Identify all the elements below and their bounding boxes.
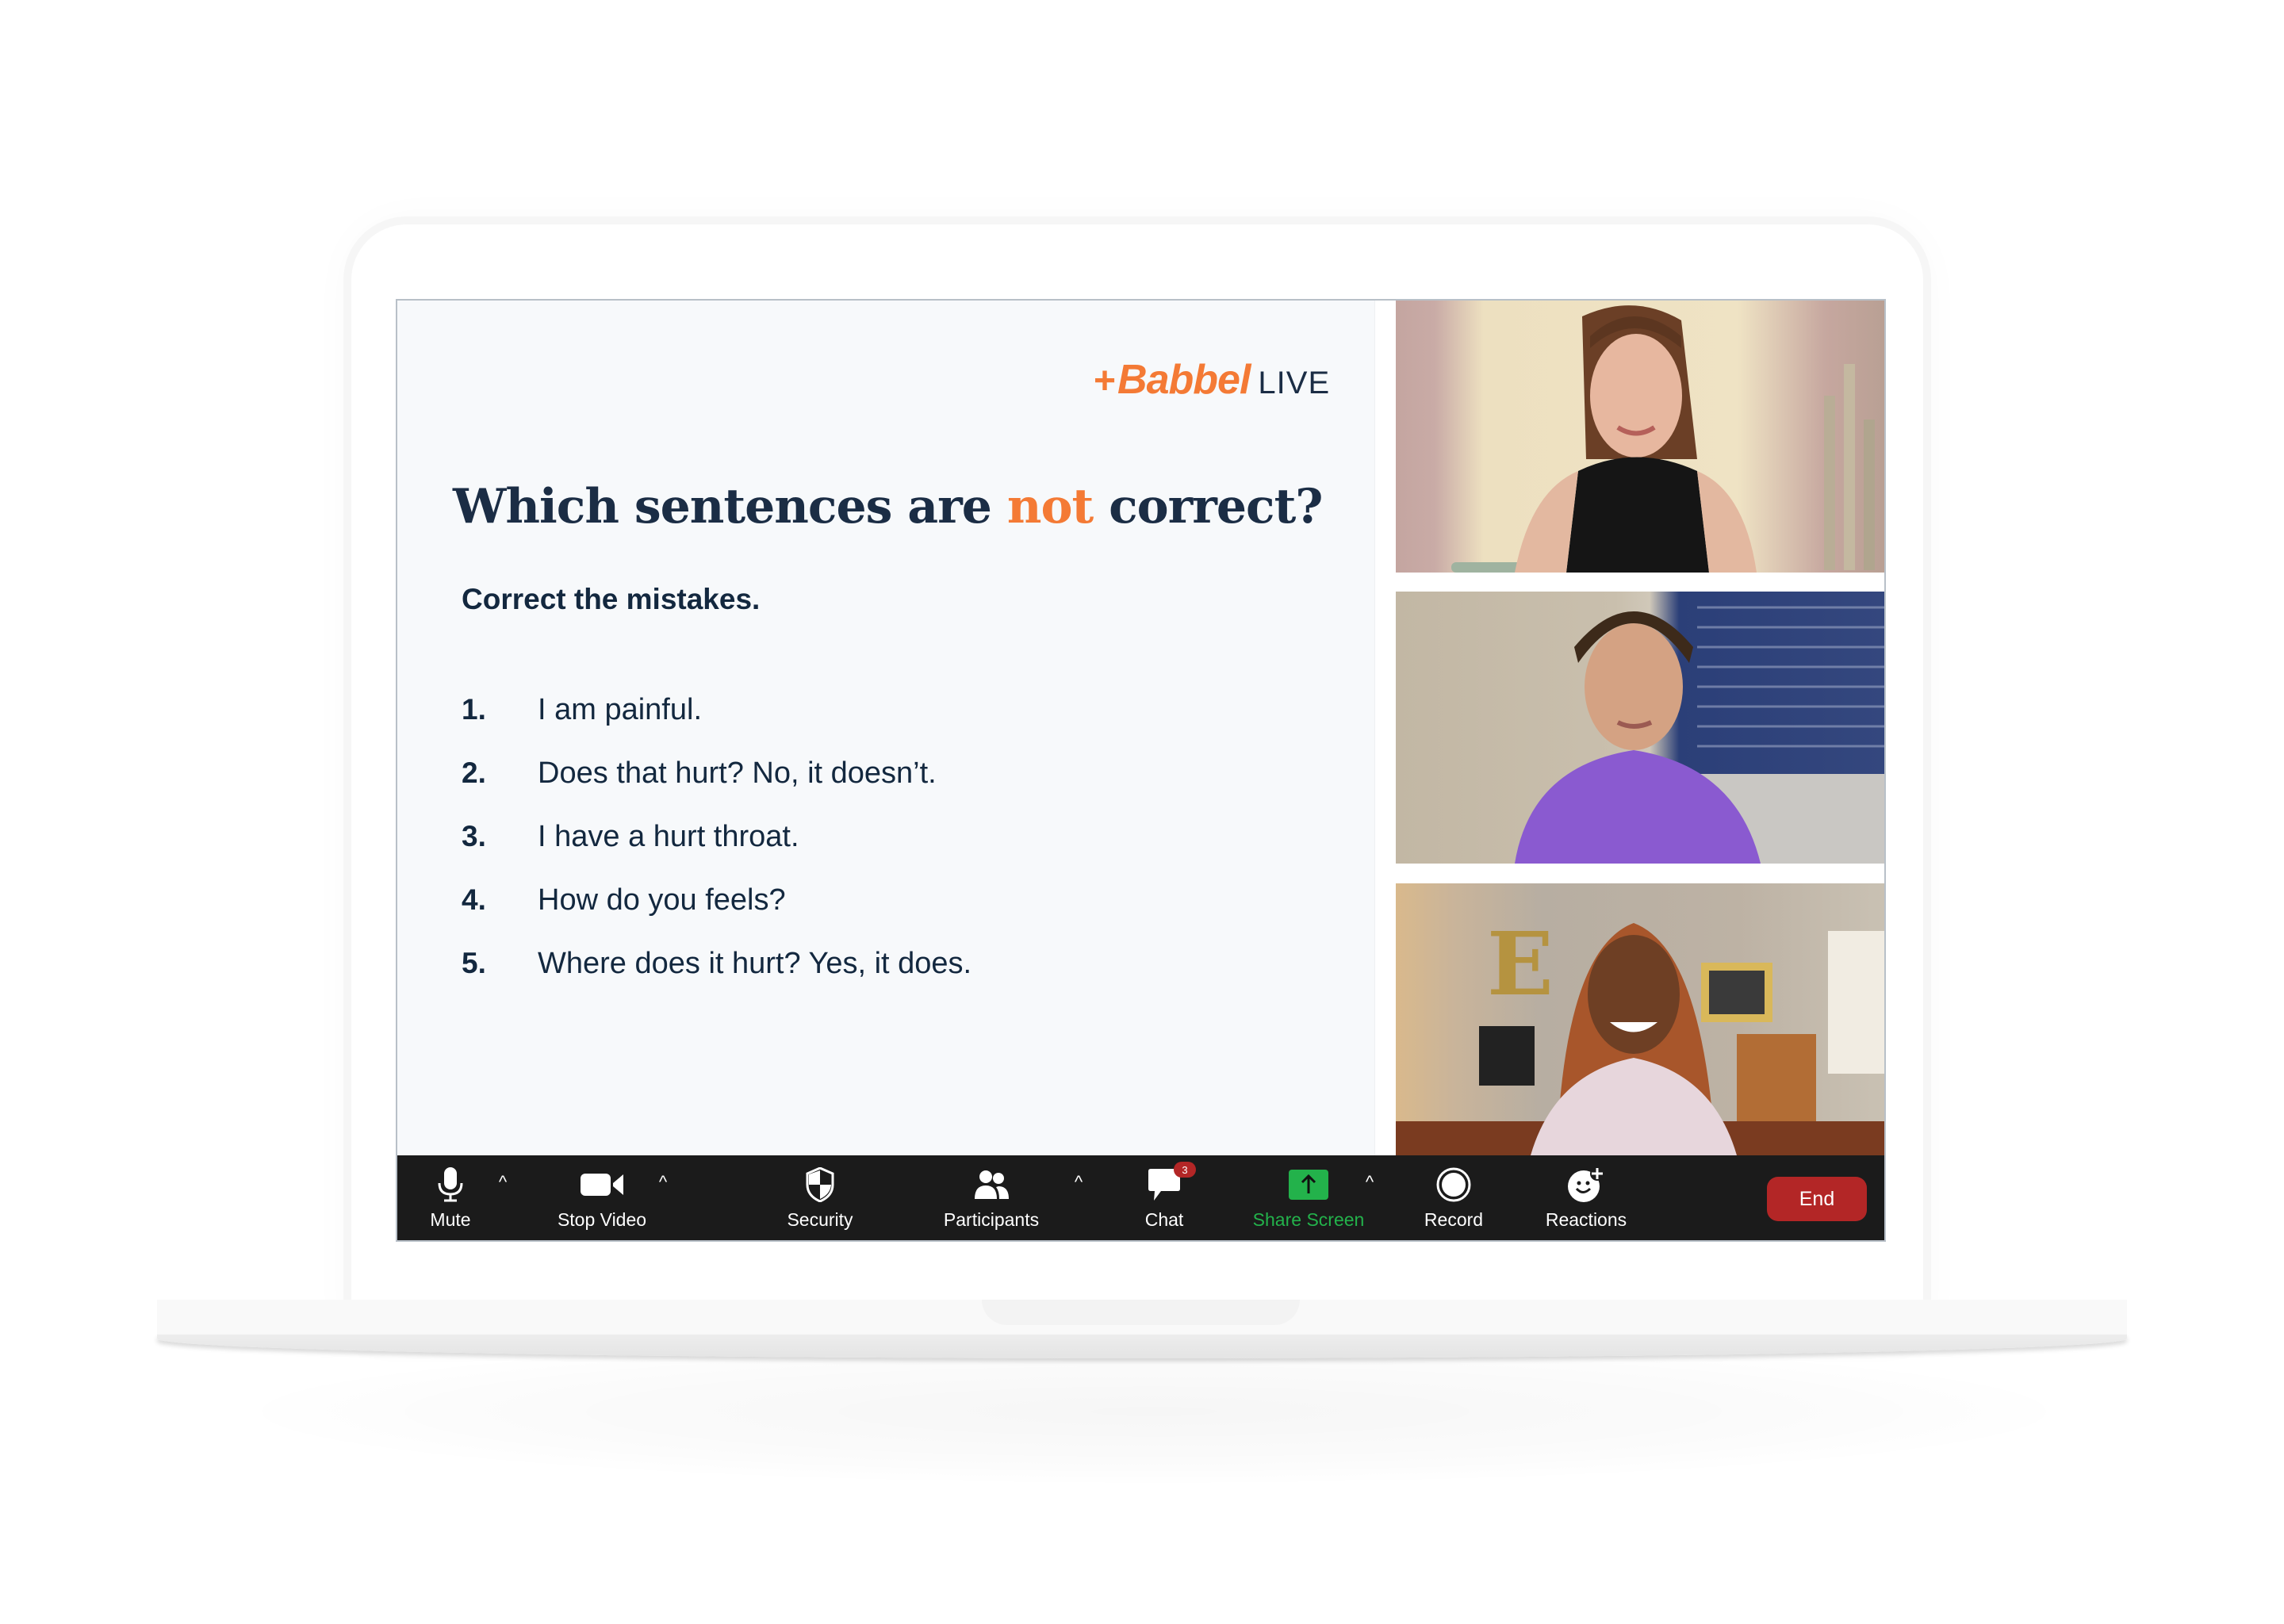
slide-subtitle: Correct the mistakes. — [462, 583, 761, 615]
logo-brand: Babbel — [1117, 357, 1251, 403]
reactions-label: Reactions — [1545, 1209, 1627, 1230]
item-text: Does that hurt? No, it doesn’t. — [538, 756, 937, 790]
item-number: 5. — [462, 947, 486, 979]
item-number: 1. — [462, 693, 486, 726]
item-text: I have a hurt throat. — [538, 820, 799, 853]
item-number: 4. — [462, 883, 486, 916]
mute-button[interactable]: Mute — [427, 1155, 474, 1240]
participants-label: Participants — [943, 1209, 1040, 1230]
end-meeting-button[interactable]: End — [1767, 1177, 1867, 1221]
item-text: Where does it hurt? Yes, it does. — [538, 947, 972, 980]
shared-slide: + Babbel LIVE Which sentences are not co… — [397, 301, 1375, 1155]
meeting-toolbar: Mute ^ Stop Video ^ Security Participant… — [397, 1155, 1884, 1240]
record-label: Record — [1424, 1209, 1484, 1230]
mute-label: Mute — [430, 1209, 471, 1230]
share-screen-label: Share Screen — [1252, 1209, 1365, 1230]
participant-1-video — [1451, 305, 1875, 573]
participant-3-video: E — [1396, 913, 1884, 1155]
microphone-icon — [427, 1166, 474, 1203]
security-button[interactable]: Security — [787, 1155, 853, 1240]
shield-icon — [796, 1166, 844, 1203]
participants-options-caret[interactable]: ^ — [1069, 1173, 1088, 1192]
item-number: 2. — [462, 756, 486, 789]
babbel-live-logo: + Babbel LIVE — [1094, 356, 1330, 403]
video-camera-icon — [578, 1166, 626, 1203]
security-label: Security — [787, 1209, 853, 1230]
audio-options-caret[interactable]: ^ — [493, 1173, 512, 1192]
chat-bubble-icon: 3 — [1140, 1162, 1196, 1203]
title-accent: not — [1006, 479, 1094, 534]
logo-plus-mark: + — [1094, 360, 1117, 402]
svg-text:E: E — [1487, 913, 1554, 1015]
reactions-button[interactable]: Reactions — [1546, 1155, 1627, 1240]
participants-button[interactable]: Participants — [944, 1155, 1039, 1240]
chat-button[interactable]: 3 Chat — [1140, 1155, 1196, 1240]
video-tile-participant-2[interactable] — [1396, 592, 1884, 864]
share-options-caret[interactable]: ^ — [1360, 1173, 1379, 1192]
laptop-notch — [982, 1300, 1300, 1325]
title-part-2: correct? — [1093, 479, 1323, 534]
chat-label: Chat — [1144, 1209, 1184, 1230]
laptop-screen: + Babbel LIVE Which sentences are not co… — [396, 299, 1886, 1242]
laptop-shadow — [262, 1340, 2046, 1483]
item-number: 3. — [462, 820, 486, 852]
laptop-base-edge — [157, 1335, 2127, 1358]
item-text: I am painful. — [538, 693, 702, 726]
stop-video-label: Stop Video — [557, 1209, 647, 1230]
reaction-smiley-icon — [1562, 1166, 1610, 1203]
title-part-1: Which sentences are — [453, 479, 1007, 534]
participant-2-video — [1515, 606, 1884, 864]
item-text: How do you feels? — [538, 883, 786, 917]
participants-icon — [968, 1166, 1015, 1203]
video-tile-participant-1[interactable] — [1396, 301, 1884, 573]
record-icon — [1430, 1166, 1477, 1203]
slide-title: Which sentences are not correct? — [453, 479, 1323, 534]
share-screen-button[interactable]: Share Screen — [1253, 1155, 1364, 1240]
chat-unread-badge: 3 — [1174, 1162, 1196, 1178]
stop-video-button[interactable]: Stop Video — [558, 1155, 646, 1240]
logo-live: LIVE — [1258, 366, 1331, 400]
share-screen-icon — [1285, 1166, 1332, 1203]
record-button[interactable]: Record — [1424, 1155, 1483, 1240]
video-options-caret[interactable]: ^ — [653, 1173, 673, 1192]
video-tile-participant-3[interactable]: E — [1396, 883, 1884, 1155]
